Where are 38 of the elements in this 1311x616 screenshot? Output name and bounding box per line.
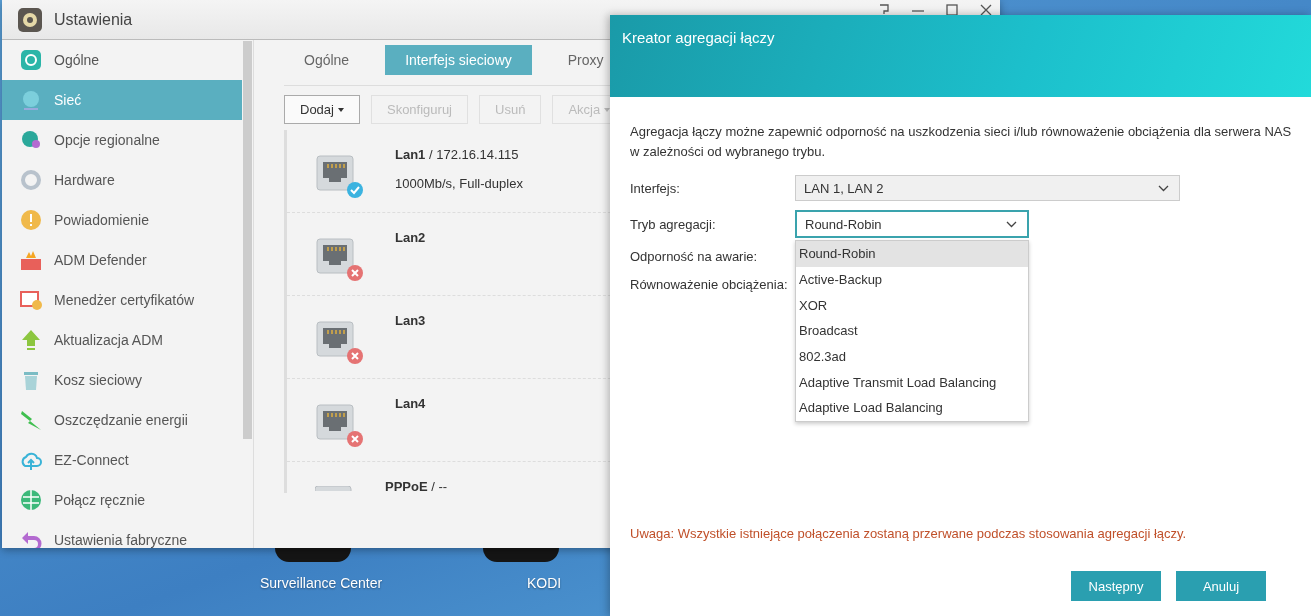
- window-title: Ustawienia: [54, 10, 133, 29]
- sidebar-item[interactable]: Ogólne: [2, 40, 242, 80]
- select-field[interactable]: LAN 1, LAN 2: [795, 175, 1180, 201]
- toolbar-button[interactable]: Dodaj: [284, 95, 360, 124]
- field-label: Równoważenie obciążenia:: [630, 276, 789, 292]
- dialog-title: Kreator agregacji łączy: [622, 29, 775, 46]
- field-label: Tryb agregacji:: [630, 216, 717, 232]
- tab[interactable]: Proxy: [547, 45, 624, 75]
- description-text: Agregacja łączy możne zapewnić odporność na uszkodzenia sieci i/lub równoważenie obciążenia dla serwera NAS w zależności od wybranego trybu.: [630, 123, 1293, 161]
- dropdown-option[interactable]: Broadcast: [796, 318, 1028, 344]
- sidebar-item[interactable]: Połącz ręcznie: [2, 480, 242, 520]
- sidebar-item[interactable]: Ustawienia fabryczne: [2, 520, 242, 548]
- sidebar-item[interactable]: EZ-Connect: [2, 440, 242, 480]
- sidebar-item[interactable]: Oszczędzanie energii: [2, 400, 242, 440]
- app-label[interactable]: KODI: [527, 575, 562, 591]
- sidebar-item[interactable]: ADM Defender: [2, 240, 242, 280]
- app-label[interactable]: Surveillance Center: [260, 575, 383, 591]
- dropdown-option[interactable]: Adaptive Transmit Load Balancing: [796, 369, 1028, 396]
- warning-text: Uwaga: Wszystkie istniejące połączenia zostaną przerwane podczas stosowania agregacji łączy.: [630, 526, 1188, 541]
- select-field[interactable]: Round-Robin: [795, 210, 1029, 238]
- tab[interactable]: Ogólne: [284, 45, 370, 75]
- sidebar-item[interactable]: Opcje regionalne: [2, 120, 242, 160]
- dropdown-option[interactable]: 802.3ad: [796, 343, 1028, 370]
- sidebar-item[interactable]: Powiadomienie: [2, 200, 242, 240]
- interface-name: Lan1 / 172.16.14.115: [395, 147, 520, 162]
- sidebar-item[interactable]: Menedżer certyfikatów: [2, 280, 242, 320]
- interface-name: Lan2: [395, 230, 426, 245]
- sidebar-item[interactable]: Hardware: [2, 160, 242, 200]
- sidebar-item[interactable]: Kosz sieciowy: [2, 360, 242, 400]
- sidebar-item[interactable]: Aktualizacja ADM: [2, 320, 242, 360]
- interface-name: Lan3: [395, 313, 426, 328]
- dropdown-option[interactable]: Adaptive Load Balancing: [796, 395, 1028, 421]
- dropdown-option[interactable]: Round-Robin: [796, 241, 1028, 267]
- interface-name: Lan4: [395, 396, 426, 411]
- link-speed: 1000Mb/s, Full-duplex: [395, 176, 523, 191]
- field-label: Odporność na awarie:: [630, 248, 759, 264]
- field-label: Interfejs:: [630, 180, 681, 196]
- interface-name: PPPoE / --: [385, 479, 448, 493]
